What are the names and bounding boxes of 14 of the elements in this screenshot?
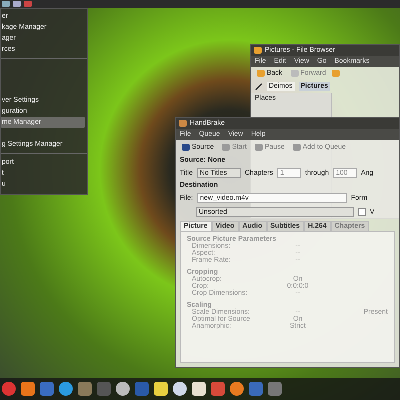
app-icon[interactable] xyxy=(59,382,73,396)
app-icon xyxy=(179,120,187,127)
app-icon[interactable] xyxy=(230,382,244,396)
app-icon[interactable] xyxy=(192,382,206,396)
toolbar-icon xyxy=(182,144,190,151)
app-icon[interactable] xyxy=(154,382,168,396)
toolbar-icon xyxy=(254,144,263,151)
app-icon[interactable] xyxy=(116,382,130,396)
app-icon[interactable] xyxy=(173,382,187,396)
pencil-icon[interactable] xyxy=(255,82,263,90)
checkbox[interactable] xyxy=(358,208,366,216)
app-icon[interactable] xyxy=(21,382,35,396)
toolbar-icon xyxy=(292,144,301,151)
toolbar-icon xyxy=(222,144,230,151)
